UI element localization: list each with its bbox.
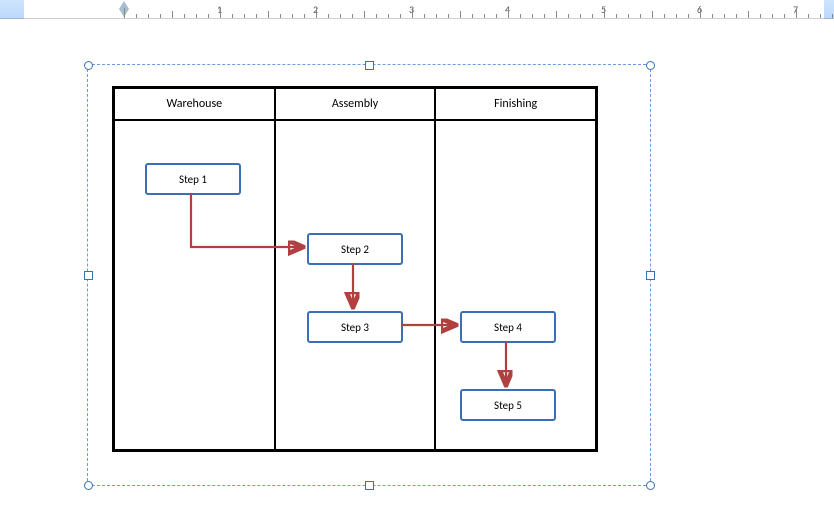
ruler-tick bbox=[412, 8, 413, 18]
step-5-box[interactable]: Step 5 bbox=[460, 389, 556, 421]
ruler-tick bbox=[340, 14, 341, 18]
ruler-tick bbox=[736, 14, 737, 18]
header-label: Warehouse bbox=[167, 97, 223, 111]
ruler-tick bbox=[676, 14, 677, 18]
ruler-tick bbox=[388, 14, 389, 18]
ruler-tick bbox=[796, 8, 797, 18]
ruler-tick bbox=[772, 14, 773, 18]
swimlane-header-assembly[interactable]: Assembly bbox=[274, 89, 435, 119]
ruler-tick bbox=[496, 14, 497, 18]
ruler-tick bbox=[292, 14, 293, 18]
ruler-tick bbox=[604, 8, 605, 18]
ruler-tick bbox=[820, 14, 821, 18]
ruler-tick bbox=[472, 14, 473, 18]
ruler-tick bbox=[700, 8, 701, 18]
ruler-tick bbox=[556, 11, 557, 18]
ruler-tick bbox=[304, 14, 305, 18]
document-page[interactable]: Warehouse Assembly Finishing Step 1 Step… bbox=[24, 22, 824, 510]
ruler-tick bbox=[208, 14, 209, 18]
selection-handle-nw[interactable] bbox=[84, 61, 93, 70]
ruler-tick bbox=[316, 8, 317, 18]
ruler-tick bbox=[808, 14, 809, 18]
ruler-tick bbox=[328, 14, 329, 18]
swimlane-header-row: Warehouse Assembly Finishing bbox=[115, 89, 595, 121]
horizontal-ruler[interactable]: 1234567 bbox=[24, 0, 824, 19]
ruler-tick bbox=[628, 14, 629, 18]
header-label: Finishing bbox=[494, 97, 537, 111]
ruler-tick bbox=[712, 14, 713, 18]
ruler-tick bbox=[592, 14, 593, 18]
ruler-tick bbox=[520, 14, 521, 18]
ruler-tick bbox=[376, 14, 377, 18]
ruler-tick bbox=[436, 14, 437, 18]
ruler-tick bbox=[256, 14, 257, 18]
step-label: Step 2 bbox=[341, 243, 369, 256]
selection-handle-e[interactable] bbox=[646, 271, 655, 280]
ruler-tick bbox=[448, 14, 449, 18]
step-2-box[interactable]: Step 2 bbox=[307, 233, 403, 265]
header-label: Assembly bbox=[332, 97, 378, 111]
ruler-tick bbox=[220, 8, 221, 18]
selection-handle-ne[interactable] bbox=[646, 61, 655, 70]
step-3-box[interactable]: Step 3 bbox=[307, 311, 403, 343]
ruler-tick bbox=[160, 14, 161, 18]
ruler-tick bbox=[532, 14, 533, 18]
ruler-tick bbox=[280, 14, 281, 18]
ruler-tick bbox=[544, 14, 545, 18]
ruler-tick bbox=[508, 8, 509, 18]
ruler-tick bbox=[784, 14, 785, 18]
ruler-tick bbox=[688, 14, 689, 18]
step-label: Step 1 bbox=[179, 173, 207, 186]
ruler-tick bbox=[724, 14, 725, 18]
ruler-tick bbox=[124, 8, 125, 18]
step-label: Step 3 bbox=[341, 321, 369, 334]
ruler-tick bbox=[580, 14, 581, 18]
step-label: Step 4 bbox=[494, 321, 522, 334]
swimlane-header-warehouse[interactable]: Warehouse bbox=[115, 89, 274, 119]
lane-assembly[interactable] bbox=[274, 119, 435, 449]
ruler-tick bbox=[268, 11, 269, 18]
selection-handle-se[interactable] bbox=[646, 481, 655, 490]
selection-handle-s[interactable] bbox=[365, 481, 374, 490]
ruler-tick bbox=[400, 14, 401, 18]
ruler-tick bbox=[148, 14, 149, 18]
ruler-tick bbox=[424, 14, 425, 18]
ruler-tick bbox=[196, 14, 197, 18]
ruler-tick bbox=[244, 14, 245, 18]
ruler-tick bbox=[172, 11, 173, 18]
step-label: Step 5 bbox=[494, 399, 522, 412]
ruler-tick bbox=[640, 14, 641, 18]
ruler-tick bbox=[184, 14, 185, 18]
ruler-tick bbox=[748, 11, 749, 18]
swimlane-header-finishing[interactable]: Finishing bbox=[434, 89, 595, 119]
word-canvas: 1234567 Warehouse Assembly Finishing bbox=[0, 0, 834, 510]
selection-handle-n[interactable] bbox=[365, 61, 374, 70]
ruler-tick bbox=[352, 14, 353, 18]
ruler-tick bbox=[484, 14, 485, 18]
ruler-tick bbox=[568, 14, 569, 18]
ruler-tick bbox=[136, 14, 137, 18]
ruler-tick bbox=[364, 11, 365, 18]
ruler-tick bbox=[664, 14, 665, 18]
selection-handle-w[interactable] bbox=[84, 271, 93, 280]
ruler-tick bbox=[616, 14, 617, 18]
selection-handle-sw[interactable] bbox=[84, 481, 93, 490]
ruler-tick bbox=[232, 14, 233, 18]
ruler-tick bbox=[652, 11, 653, 18]
ruler-tick bbox=[832, 14, 833, 18]
step-1-box[interactable]: Step 1 bbox=[145, 163, 241, 195]
step-4-box[interactable]: Step 4 bbox=[460, 311, 556, 343]
ruler-tick bbox=[460, 11, 461, 18]
ruler-tick bbox=[760, 14, 761, 18]
